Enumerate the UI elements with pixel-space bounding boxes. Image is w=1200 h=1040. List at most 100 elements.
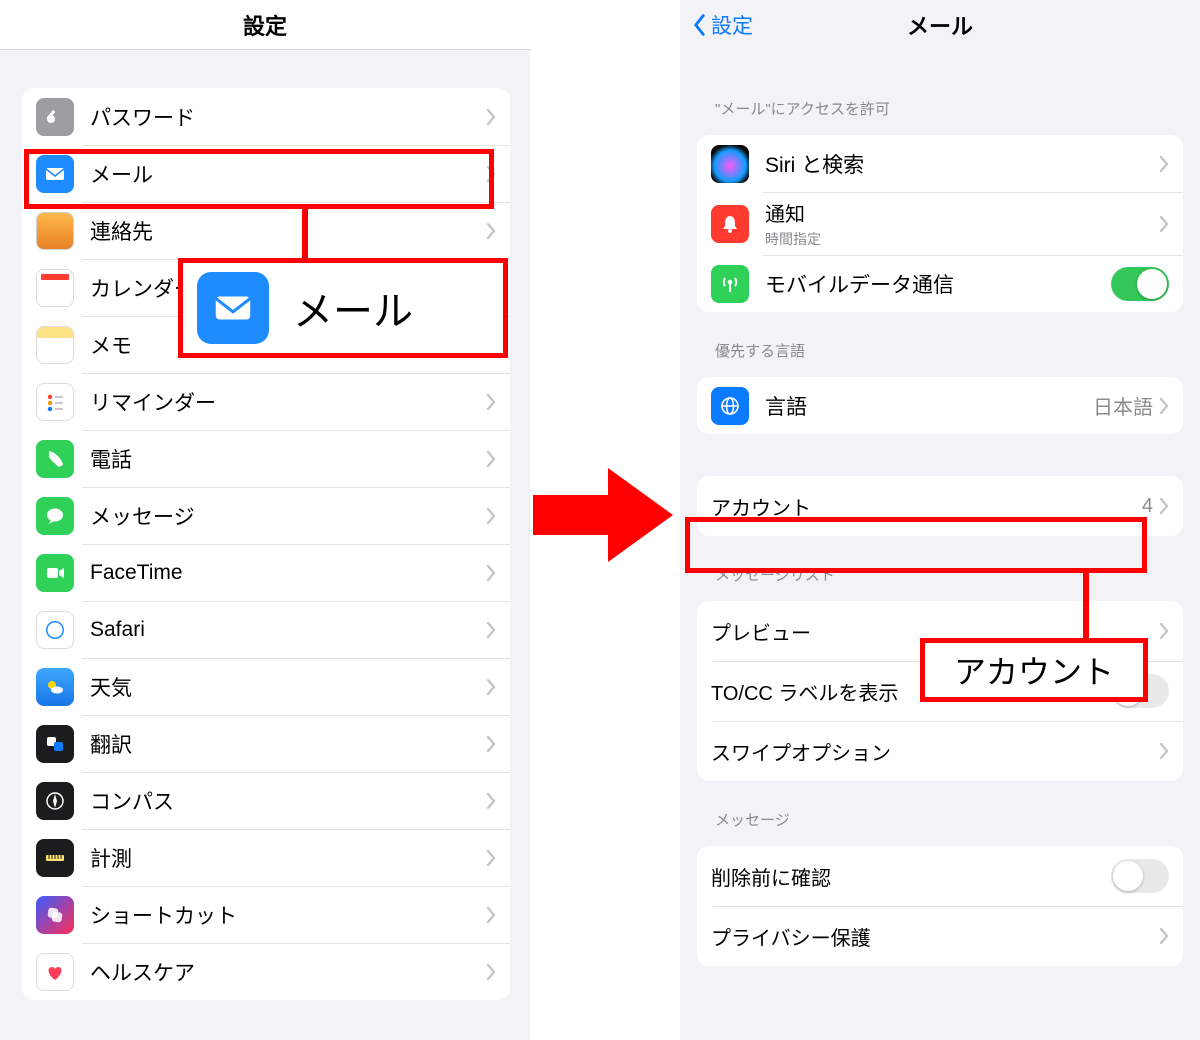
highlight-connector — [302, 204, 308, 258]
row-label: Siri と検索 — [765, 149, 1159, 179]
row-label: プライバシー保護 — [711, 922, 1159, 951]
nav-bar: 設定 — [0, 0, 530, 50]
chevron-icon — [486, 109, 496, 125]
group-account: アカウント 4 — [697, 476, 1183, 536]
row-swipe[interactable]: スワイプオプション — [697, 721, 1183, 781]
chevron-icon — [1159, 928, 1169, 944]
settings-group: パスワード メール 連絡先 カレンダー メモ — [22, 88, 510, 1000]
chevron-icon — [1159, 398, 1169, 414]
settings-screen: 設定 パスワード メール 連絡先 カレンダー — [0, 0, 530, 1040]
row-notifications[interactable]: 通知 時間指定 — [697, 192, 1183, 255]
arrow-icon — [528, 460, 678, 570]
mail-settings-screen: 設定 メール "メール"にアクセスを許可 Siri と検索 通知 時間指定 モバ… — [680, 0, 1200, 1040]
cellular-toggle[interactable] — [1111, 267, 1169, 301]
row-safari[interactable]: Safari — [22, 601, 510, 658]
chevron-icon — [486, 280, 496, 296]
row-label: リマインダー — [90, 387, 486, 417]
group-msg: 削除前に確認 プライバシー保護 — [697, 846, 1183, 966]
chevron-icon — [486, 166, 496, 182]
measure-icon — [36, 839, 74, 877]
row-phone[interactable]: 電話 — [22, 430, 510, 487]
row-siri[interactable]: Siri と検索 — [697, 135, 1183, 192]
row-label: メッセージ — [90, 501, 486, 531]
row-weather[interactable]: 天気 — [22, 658, 510, 715]
chevron-icon — [486, 394, 496, 410]
row-facetime[interactable]: FaceTime — [22, 544, 510, 601]
chevron-icon — [1159, 216, 1169, 232]
translate-icon — [36, 725, 74, 763]
row-label: コンパス — [90, 786, 486, 816]
row-sublabel: 時間指定 — [765, 229, 1159, 249]
row-preview[interactable]: プレビュー — [697, 601, 1183, 661]
nav-title: 設定 — [243, 9, 287, 41]
row-account[interactable]: アカウント 4 — [697, 476, 1183, 536]
row-messages[interactable]: メッセージ — [22, 487, 510, 544]
chevron-icon — [486, 793, 496, 809]
row-label: 翻訳 — [90, 729, 486, 759]
calendar-icon — [36, 269, 74, 307]
chevron-icon — [486, 964, 496, 980]
chevron-icon — [486, 565, 496, 581]
section-header-access: "メール"にアクセスを許可 — [697, 98, 1183, 127]
row-label: 計測 — [90, 843, 486, 873]
chevron-icon — [486, 850, 496, 866]
row-tocc[interactable]: TO/CC ラベルを表示 — [697, 661, 1183, 721]
chevron-icon — [486, 679, 496, 695]
nav-title: メール — [907, 9, 973, 41]
row-label: アカウント — [711, 492, 1142, 521]
chevron-icon — [1159, 743, 1169, 759]
row-compass[interactable]: コンパス — [22, 772, 510, 829]
globe-icon — [711, 387, 749, 425]
chevron-icon — [1159, 623, 1169, 639]
row-contacts[interactable]: 連絡先 — [22, 202, 510, 259]
row-value: 日本語 — [1093, 391, 1153, 420]
health-icon — [36, 953, 74, 991]
row-label: TO/CC ラベルを表示 — [711, 677, 1111, 706]
row-passwords[interactable]: パスワード — [22, 88, 510, 145]
section-header-language: 優先する言語 — [697, 340, 1183, 369]
group-language: 言語 日本語 — [697, 377, 1183, 434]
row-translate[interactable]: 翻訳 — [22, 715, 510, 772]
highlight-connector — [1083, 568, 1089, 638]
contacts-icon — [36, 212, 74, 250]
row-label: 連絡先 — [90, 216, 486, 246]
chevron-icon — [486, 223, 496, 239]
row-confirm-delete[interactable]: 削除前に確認 — [697, 846, 1183, 906]
row-health[interactable]: ヘルスケア — [22, 943, 510, 1000]
siri-icon — [711, 145, 749, 183]
row-label: ヘルスケア — [90, 957, 486, 987]
reminders-icon — [36, 383, 74, 421]
row-language[interactable]: 言語 日本語 — [697, 377, 1183, 434]
section-header-msg: メッセージ — [697, 809, 1183, 838]
row-privacy[interactable]: プライバシー保護 — [697, 906, 1183, 966]
row-calendar[interactable]: カレンダー — [22, 259, 510, 316]
row-label: 天気 — [90, 672, 486, 702]
row-label: 通知 — [765, 198, 1159, 227]
shortcuts-icon — [36, 896, 74, 934]
row-notes[interactable]: メモ — [22, 316, 510, 373]
row-measure[interactable]: 計測 — [22, 829, 510, 886]
group-msglist: プレビュー TO/CC ラベルを表示 スワイプオプション — [697, 601, 1183, 781]
row-label: スワイプオプション — [711, 737, 1159, 766]
row-mail[interactable]: メール — [22, 145, 510, 202]
row-shortcuts[interactable]: ショートカット — [22, 886, 510, 943]
nav-bar: 設定 メール — [680, 0, 1200, 50]
row-label: 言語 — [765, 391, 1093, 421]
chevron-icon — [1159, 498, 1169, 514]
chevron-icon — [486, 907, 496, 923]
tocc-toggle[interactable] — [1111, 674, 1169, 708]
row-label: モバイルデータ通信 — [765, 269, 1111, 299]
chevron-icon — [486, 508, 496, 524]
row-cellular[interactable]: モバイルデータ通信 — [697, 255, 1183, 312]
confirm-toggle[interactable] — [1111, 859, 1169, 893]
back-button[interactable]: 設定 — [692, 0, 753, 50]
row-label: ショートカット — [90, 900, 486, 930]
group-access: Siri と検索 通知 時間指定 モバイルデータ通信 — [697, 135, 1183, 312]
row-reminders[interactable]: リマインダー — [22, 373, 510, 430]
row-label: Safari — [90, 618, 486, 642]
key-icon — [36, 98, 74, 136]
section-header-msglist: メッセージリスト — [697, 564, 1183, 593]
chevron-icon — [486, 337, 496, 353]
row-label: メモ — [90, 330, 486, 360]
row-label: パスワード — [90, 102, 486, 132]
